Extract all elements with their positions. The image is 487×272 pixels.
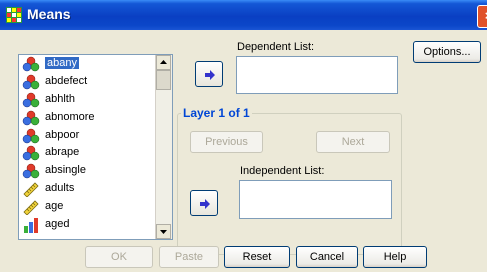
variable-item[interactable]: abdefect <box>19 73 172 91</box>
scroll-up-button[interactable] <box>156 55 171 70</box>
nominal-icon <box>22 145 40 161</box>
variable-name: abdefect <box>45 74 88 87</box>
variable-item[interactable]: absingle <box>19 162 172 180</box>
scale-icon <box>22 199 40 216</box>
move-to-dependent-button[interactable] <box>195 61 223 87</box>
variable-name: abpoor <box>45 128 80 141</box>
nominal-icon <box>22 56 40 72</box>
variable-list[interactable]: abany abdefect abhlth abnomore abpoor abrape a… <box>18 54 173 240</box>
variable-name: abany <box>45 57 79 69</box>
variable-list-scrollbar[interactable] <box>155 55 172 239</box>
nominal-icon <box>22 110 40 126</box>
paste-button[interactable]: Paste <box>159 246 219 268</box>
cancel-button[interactable]: Cancel <box>296 246 358 268</box>
scroll-up-icon <box>160 60 167 64</box>
variable-name: aged <box>45 218 70 231</box>
next-button[interactable]: Next <box>316 131 390 153</box>
variable-name: abnomore <box>45 110 95 123</box>
variable-name: abrape <box>45 146 80 159</box>
scroll-down-icon <box>160 230 167 234</box>
arrow-right-icon <box>205 70 215 80</box>
layer-label: Layer 1 of 1 <box>181 106 252 120</box>
nominal-icon <box>22 92 40 108</box>
nominal-icon <box>22 163 40 179</box>
reset-button[interactable]: Reset <box>224 246 290 268</box>
spss-app-icon <box>6 7 22 23</box>
arrow-right-icon <box>200 199 210 209</box>
help-button[interactable]: Help <box>363 246 427 268</box>
variable-item[interactable]: abpoor <box>19 127 172 145</box>
move-to-independent-button[interactable] <box>190 190 218 216</box>
previous-button[interactable]: Previous <box>190 131 263 153</box>
variable-item[interactable]: aged <box>19 216 172 234</box>
title-bar: Means × <box>0 0 487 30</box>
variable-item[interactable]: adults <box>19 180 172 198</box>
independent-list-box[interactable] <box>239 180 392 219</box>
variable-item[interactable]: age <box>19 198 172 216</box>
nominal-icon <box>22 128 40 144</box>
variable-item[interactable]: abrape <box>19 144 172 162</box>
variable-name: absingle <box>45 164 86 177</box>
ok-button[interactable]: OK <box>85 246 153 268</box>
options-button[interactable]: Options... <box>413 41 481 63</box>
ordinal-icon <box>22 217 40 234</box>
dependent-list-box[interactable] <box>236 56 398 94</box>
variable-name: age <box>45 200 64 213</box>
variable-item[interactable]: abhlth <box>19 91 172 109</box>
scale-icon <box>22 181 40 198</box>
variable-name: adults <box>45 182 75 195</box>
nominal-icon <box>22 74 40 90</box>
scroll-down-button[interactable] <box>156 224 171 239</box>
variable-item[interactable]: abany <box>19 55 172 73</box>
independent-list-label: Independent List: <box>240 165 325 177</box>
close-button[interactable]: × <box>477 5 487 28</box>
window-title: Means <box>27 6 71 22</box>
scroll-thumb[interactable] <box>156 70 171 90</box>
variable-name: abhlth <box>45 92 75 105</box>
variable-item[interactable]: abnomore <box>19 109 172 127</box>
dependent-list-label: Dependent List: <box>237 41 315 53</box>
